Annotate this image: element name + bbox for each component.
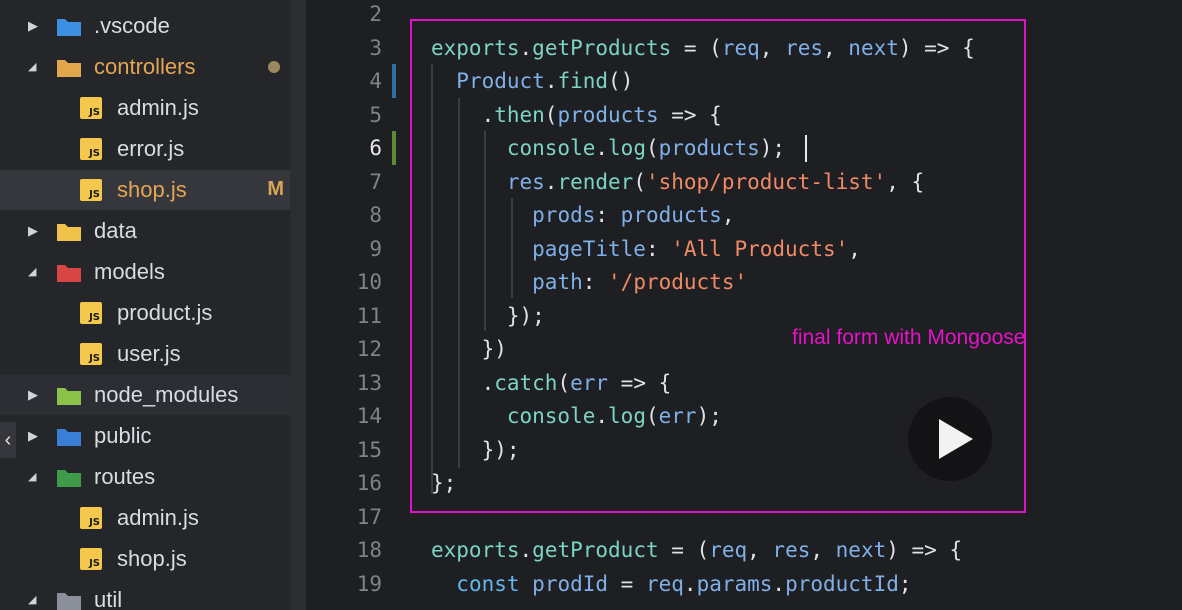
line-number: 19	[356, 571, 382, 596]
folder-util[interactable]: ◢ util	[0, 580, 290, 610]
folder-vscode[interactable]: ▶ .vscode	[0, 6, 290, 46]
chevron-right-icon[interactable]: ▶	[28, 428, 38, 444]
play-icon	[939, 419, 973, 459]
line-number: 11	[356, 303, 382, 328]
explorer-item-label: node_modules	[94, 382, 239, 407]
annotation-text: final form with Mongoose	[792, 326, 1026, 349]
js-badge-text: JS	[89, 353, 100, 364]
code-line[interactable]: const prodId = req.params.productId;	[431, 572, 911, 596]
line-number: 3	[369, 35, 382, 60]
chevron-down-icon[interactable]: ◢	[28, 59, 36, 75]
folder-data[interactable]: ▶ data	[0, 211, 290, 251]
explorer-item-label: routes	[94, 464, 156, 489]
util-folder-icon	[57, 593, 81, 610]
modified-line-marker	[392, 64, 396, 98]
line-number: 15	[356, 437, 382, 462]
play-button[interactable]	[908, 397, 992, 481]
js-badge-text: JS	[89, 517, 100, 528]
chevron-right-icon[interactable]: ▶	[28, 387, 38, 403]
explorer-item-label: public	[94, 423, 152, 448]
node-modules-folder-icon	[57, 388, 81, 405]
js-badge-text: JS	[89, 189, 100, 200]
file-user-js[interactable]: JS user.js	[0, 334, 290, 374]
line-number: 6	[369, 136, 382, 160]
routes-folder-icon	[57, 470, 81, 487]
explorer-item-label: util	[94, 587, 123, 610]
line-number: 16	[356, 471, 382, 495]
explorer-item-label: admin.js	[117, 505, 199, 530]
data-folder-icon	[57, 224, 81, 241]
js-badge-text: JS	[89, 107, 100, 118]
explorer-item-label: controllers	[94, 54, 196, 79]
file-admin-js[interactable]: JS admin.js	[0, 498, 290, 538]
js-file-icon: JS	[80, 507, 102, 529]
js-file-icon: JS	[80, 97, 102, 119]
line-number: 17	[356, 504, 382, 529]
explorer-item-label: product.js	[117, 300, 213, 325]
file-admin-js[interactable]: JS admin.js	[0, 88, 290, 128]
explorer-item-label: .vscode	[94, 13, 170, 38]
file-shop-js[interactable]: JS shop.js	[0, 539, 290, 579]
models-folder-icon	[57, 265, 81, 282]
modified-dot-icon	[268, 61, 280, 73]
js-file-icon: JS	[80, 548, 102, 570]
file-error-js[interactable]: JS error.js	[0, 129, 290, 169]
line-number: 4	[369, 69, 382, 93]
explorer-item-label: shop.js	[117, 546, 187, 571]
chevron-down-icon[interactable]: ◢	[28, 469, 36, 485]
public-folder-icon	[57, 429, 81, 446]
explorer-item-label: user.js	[117, 341, 181, 366]
line-number: 5	[369, 102, 382, 127]
file-product-js[interactable]: JS product.js	[0, 293, 290, 333]
file-explorer: ▶ .vscode ◢ controllers JS admin.js JS error.js…	[0, 0, 290, 610]
code-line[interactable]: exports.getProduct = (req, res, next) =>…	[431, 538, 962, 562]
js-file-icon: JS	[80, 179, 102, 201]
line-number: 18	[356, 538, 382, 562]
explorer-scrollbar[interactable]	[290, 0, 306, 610]
chevron-down-icon[interactable]: ◢	[28, 592, 36, 608]
folder-controllers[interactable]: ◢ controllers	[0, 47, 290, 87]
git-status-badge: M	[267, 178, 284, 200]
line-number: 8	[369, 203, 382, 227]
chevron-down-icon[interactable]: ◢	[28, 264, 36, 280]
added-line-marker	[392, 131, 396, 165]
code-editor[interactable]: 2 3 4 5 6 7 8 9 10 11 12 13 14 15 16 17 18 19 exports.get…	[306, 0, 1182, 610]
line-number: 14	[356, 404, 382, 428]
explorer-item-label: error.js	[117, 136, 185, 161]
line-number: 13	[356, 370, 382, 395]
js-file-icon: JS	[80, 138, 102, 160]
chevron-right-icon[interactable]: ▶	[28, 223, 38, 239]
folder-routes[interactable]: ◢ routes	[0, 457, 290, 497]
folder-node-modules[interactable]: ▶ node_modules	[0, 375, 290, 415]
line-number: 7	[369, 169, 382, 194]
js-file-icon: JS	[80, 343, 102, 365]
folder-public[interactable]: ▶ public	[0, 416, 290, 456]
explorer-item-label: data	[94, 218, 137, 243]
line-number: 12	[356, 337, 382, 361]
explorer-item-label: admin.js	[117, 95, 199, 120]
vscode-folder-icon	[57, 19, 81, 36]
explorer-item-label: shop.js	[117, 177, 187, 202]
line-number: 10	[356, 270, 382, 294]
folder-models[interactable]: ◢ models	[0, 252, 290, 292]
js-badge-text: JS	[89, 312, 100, 323]
chevron-right-icon[interactable]: ▶	[28, 18, 38, 34]
controllers-folder-icon	[57, 60, 81, 77]
js-badge-text: JS	[89, 558, 100, 569]
file-shop-js[interactable]: JS shop.js M	[0, 170, 290, 210]
js-file-icon: JS	[80, 302, 102, 324]
explorer-item-label: models	[94, 259, 165, 284]
line-number: 9	[369, 236, 382, 261]
line-number: 2	[369, 2, 382, 26]
collapse-sidebar-icon[interactable]: ‹	[0, 422, 16, 458]
js-badge-text: JS	[89, 148, 100, 159]
